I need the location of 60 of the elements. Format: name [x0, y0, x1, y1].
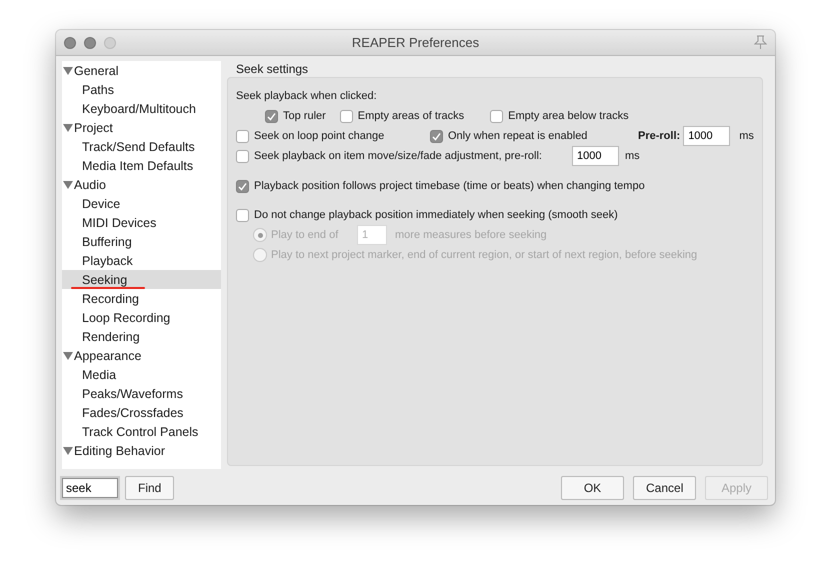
sidebar-item[interactable]: Fades/Crossfades [62, 403, 221, 422]
sidebar-item[interactable]: Paths [62, 80, 221, 99]
sidebar-item[interactable]: Loop Recording [62, 308, 221, 327]
checkbox-label: Playback position follows project timebase (time or beats) when changing tempo [254, 180, 645, 192]
sidebar-item[interactable]: Device [62, 194, 221, 213]
pin-icon[interactable] [754, 35, 767, 49]
checkbox-label: Empty area below tracks [508, 110, 629, 122]
preroll-label: Pre-roll: [638, 130, 680, 142]
sidebar-item[interactable]: Track/Send Defaults [62, 137, 221, 156]
close-button[interactable] [64, 36, 76, 48]
minimize-button[interactable] [84, 36, 96, 48]
sidebar-item[interactable]: Media [62, 365, 221, 384]
checkbox-label: Top ruler [283, 110, 326, 122]
sidebar-item[interactable]: Rendering [62, 327, 221, 346]
tree-section[interactable]: Audio [62, 175, 221, 194]
sidebar-item[interactable]: Keyboard/Multitouch [62, 99, 221, 118]
sidebar-item[interactable]: Track Control Panels [62, 422, 221, 441]
checkbox[interactable] [236, 180, 249, 192]
expand-icon[interactable] [63, 123, 73, 132]
option-label: Seek playback when clicked: [236, 90, 377, 102]
expand-icon[interactable] [63, 351, 73, 360]
tree-section[interactable]: General [62, 61, 221, 80]
sidebar-item[interactable]: Media Item Defaults [62, 156, 221, 175]
sidebar-item[interactable]: Recording [62, 289, 221, 308]
unit-label: ms [625, 150, 640, 162]
unit-label: ms [739, 130, 754, 142]
checkbox[interactable] [490, 110, 504, 122]
checkbox[interactable] [340, 110, 353, 122]
sidebar-item[interactable]: Seeking [62, 270, 221, 289]
checkbox-label: Seek on loop point change [254, 130, 386, 142]
checkbox-label: Empty areas of tracks [358, 110, 464, 122]
tree-section[interactable]: Appearance [62, 346, 221, 365]
sidebar-item[interactable]: Playback [62, 251, 221, 270]
sidebar-item[interactable]: Peaks/Waveforms [62, 384, 221, 403]
checkbox[interactable] [236, 130, 249, 142]
radio-label: Play to next project marker, end of current region, or start of next region, before seeking [271, 249, 698, 261]
preroll-field[interactable]: 1000 [683, 126, 730, 146]
checkbox[interactable] [430, 130, 443, 142]
option-label: more measures before seeking [395, 229, 547, 241]
expand-icon[interactable] [63, 66, 73, 75]
search-field[interactable]: seek [62, 478, 118, 498]
checkbox-label: Do not change playback position immediately when seeking (smooth seek) [254, 209, 618, 221]
tree-section[interactable]: Editing Behavior [62, 441, 221, 460]
section-title: Seek settings [235, 61, 308, 77]
expand-icon[interactable] [63, 180, 73, 189]
checkbox[interactable] [265, 110, 278, 122]
preroll-field[interactable]: 1000 [572, 146, 619, 166]
expand-icon[interactable] [63, 446, 73, 455]
tree-section[interactable]: Project [62, 118, 221, 137]
radio-label: Play to end of [271, 229, 340, 241]
find-button[interactable]: Find [125, 476, 174, 500]
dialog-button[interactable]: Cancel [633, 476, 696, 500]
sidebar-item[interactable]: Buffering [62, 232, 221, 251]
checkbox-label: Seek playback on item move/size/fade adjustment, pre-roll: [254, 150, 543, 162]
window-title: REAPER Preferences [352, 35, 480, 50]
sidebar-item[interactable]: MIDI Devices [62, 213, 221, 232]
checkbox[interactable] [236, 208, 249, 222]
checkbox-label: Only when repeat is enabled [448, 130, 588, 142]
dialog-button[interactable]: OK [561, 476, 624, 500]
checkbox[interactable] [236, 150, 249, 162]
